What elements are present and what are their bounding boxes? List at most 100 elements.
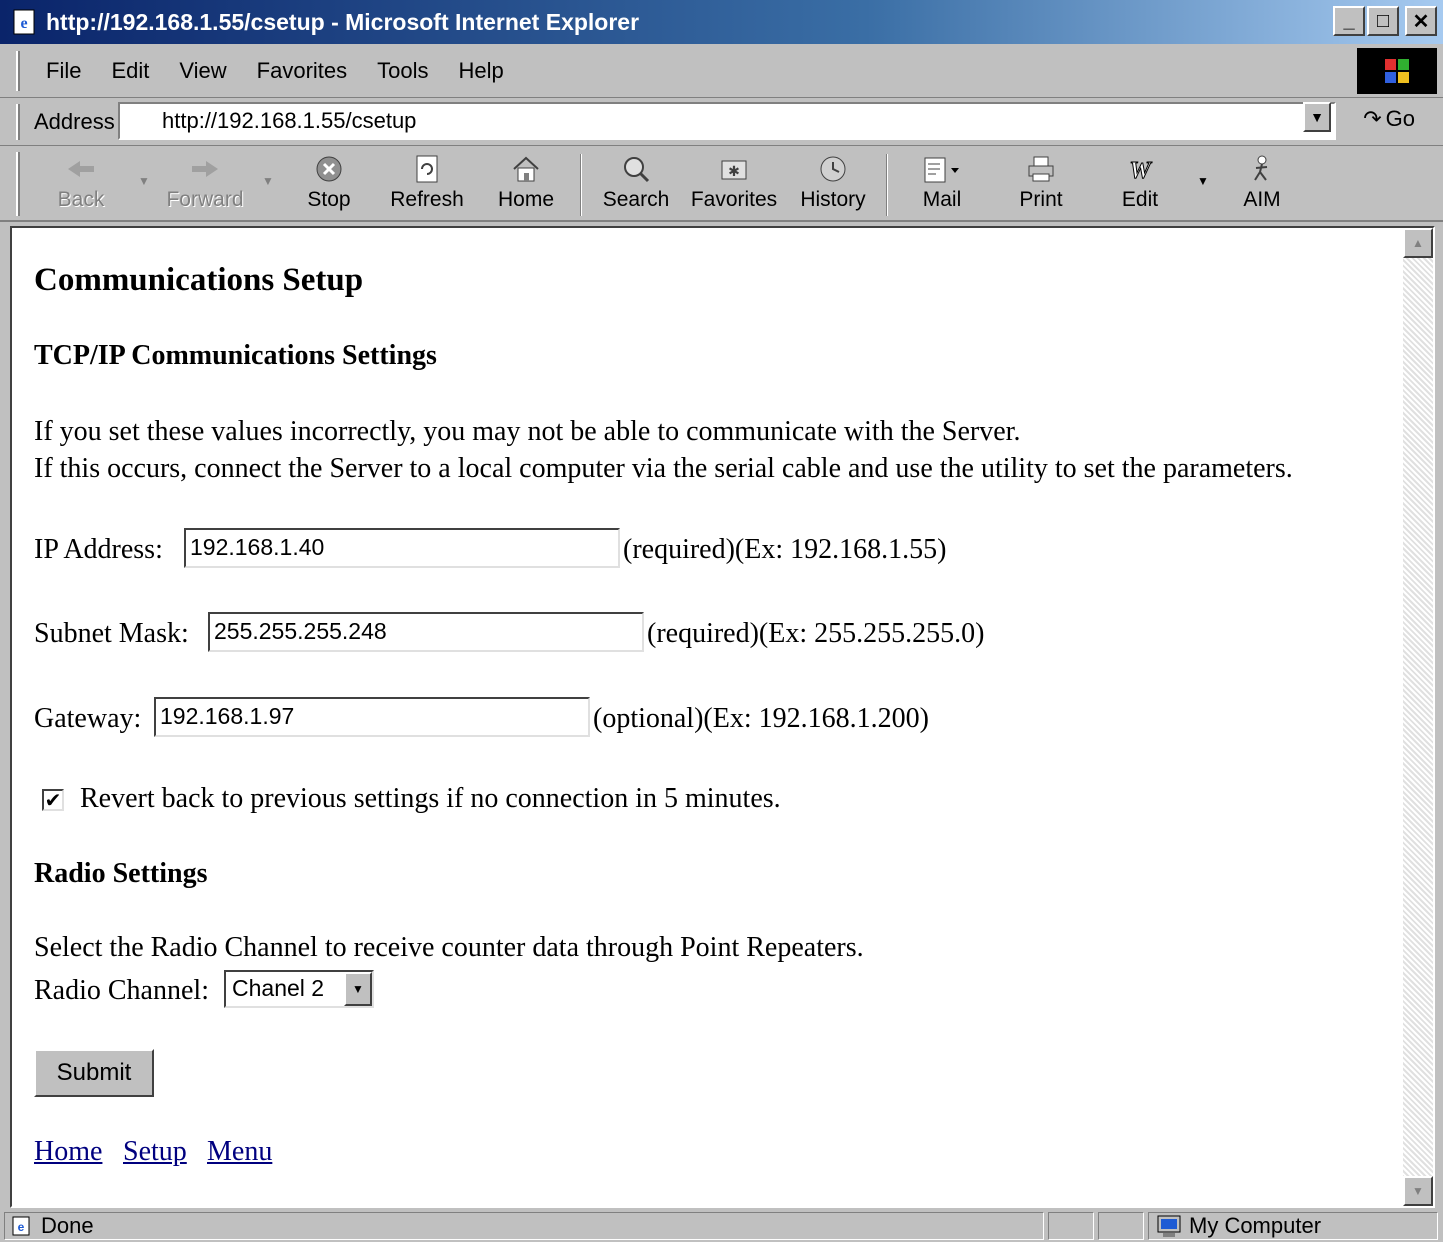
stop-label: Stop: [307, 188, 351, 211]
aim-running-man-icon: [1247, 150, 1277, 188]
address-dropdown-button[interactable]: ▼: [1303, 102, 1331, 132]
radio-settings-heading: Radio Settings: [34, 858, 208, 889]
security-zone: My Computer: [1148, 1212, 1438, 1240]
address-input[interactable]: http://192.168.1.55/csetup: [118, 102, 1336, 140]
home-link[interactable]: Home: [34, 1136, 102, 1168]
address-bar: Address http://192.168.1.55/csetup ▼ ↷ G…: [0, 98, 1443, 146]
subnet-mask-hint: (required)(Ex: 255.255.255.0): [647, 618, 985, 649]
menu-tools[interactable]: Tools: [377, 58, 428, 84]
gateway-input[interactable]: 192.168.1.97: [154, 697, 590, 737]
aim-button[interactable]: AIM: [1217, 150, 1307, 212]
history-label: History: [800, 188, 866, 211]
chevron-down-icon[interactable]: ▼: [344, 972, 372, 1006]
page-done-icon: e: [12, 1216, 30, 1236]
scroll-down-button[interactable]: ▼: [1403, 1176, 1433, 1206]
maximize-button[interactable]: □: [1367, 6, 1399, 36]
window-title: http://192.168.1.55/csetup - Microsoft I…: [46, 8, 640, 35]
go-arrow-icon: ↷: [1363, 106, 1382, 131]
favorites-label: Favorites: [690, 188, 778, 211]
warning-line-1: If you set these values incorrectly, you…: [34, 416, 1021, 447]
menubar-grip[interactable]: [16, 50, 20, 91]
vertical-scrollbar[interactable]: ▲ ▼: [1403, 228, 1433, 1206]
home-label: Home: [497, 188, 555, 211]
submit-button[interactable]: Submit: [34, 1049, 154, 1097]
history-button[interactable]: History: [788, 150, 878, 212]
history-icon: [818, 150, 848, 188]
forward-arrow-icon: [190, 150, 220, 188]
page-title: Communications Setup: [34, 262, 364, 298]
print-button[interactable]: Print: [996, 150, 1086, 212]
menu-bar: File Edit View Favorites Tools Help: [0, 44, 1443, 98]
stop-icon: [314, 150, 344, 188]
setup-link[interactable]: Setup: [123, 1136, 187, 1168]
mail-icon: [922, 150, 962, 188]
back-arrow-icon: [66, 150, 96, 188]
word-edit-icon: W: [1125, 150, 1155, 188]
refresh-label: Refresh: [390, 188, 464, 211]
menu-help[interactable]: Help: [459, 58, 504, 84]
mail-label: Mail: [922, 188, 962, 211]
radio-channel-select[interactable]: Chanel 2 ▼: [224, 970, 374, 1008]
status-cell-2: [1098, 1212, 1144, 1240]
ip-address-label: IP Address:: [34, 534, 163, 565]
forward-dropdown-icon[interactable]: ▼: [262, 174, 274, 188]
home-button[interactable]: Home: [481, 150, 571, 212]
favorites-button[interactable]: ✱ Favorites: [689, 150, 779, 212]
radio-channel-label: Radio Channel:: [34, 975, 209, 1006]
status-bar: e Done My Computer: [0, 1210, 1443, 1242]
back-label: Back: [57, 188, 105, 211]
home-icon: [511, 150, 541, 188]
ip-address-hint: (required)(Ex: 192.168.1.55): [623, 534, 947, 565]
windows-logo-icon: [1357, 48, 1437, 94]
radio-instructions: Select the Radio Channel to receive coun…: [34, 932, 864, 963]
back-button[interactable]: Back: [36, 150, 126, 212]
forward-button[interactable]: Forward: [160, 150, 250, 212]
menu-file[interactable]: File: [46, 58, 81, 84]
radio-channel-value: Chanel 2: [232, 975, 325, 1001]
edit-label: Edit: [1121, 188, 1159, 211]
gateway-hint: (optional)(Ex: 192.168.1.200): [593, 703, 929, 734]
print-label: Print: [1019, 188, 1063, 211]
stop-button[interactable]: Stop: [284, 150, 374, 212]
svg-text:✱: ✱: [728, 163, 740, 179]
gateway-label: Gateway:: [34, 703, 142, 734]
svg-text:e: e: [18, 1220, 25, 1234]
back-dropdown-icon[interactable]: ▼: [138, 174, 150, 188]
search-button[interactable]: Search: [591, 150, 681, 212]
subnet-mask-input[interactable]: 255.255.255.248: [208, 612, 644, 652]
refresh-button[interactable]: Refresh: [382, 150, 472, 212]
address-label: Address: [34, 108, 115, 134]
forward-label: Forward: [166, 188, 244, 211]
revert-label: Revert back to previous settings if no c…: [80, 783, 781, 814]
aim-label: AIM: [1243, 188, 1281, 211]
menu-view[interactable]: View: [179, 58, 226, 84]
mail-button[interactable]: Mail: [897, 150, 987, 212]
status-main: e Done: [4, 1212, 1044, 1240]
svg-text:e: e: [20, 15, 27, 32]
revert-checkbox[interactable]: ✔: [42, 789, 64, 811]
status-cell-1: [1048, 1212, 1094, 1240]
toolbar-grip[interactable]: [16, 152, 20, 216]
close-button[interactable]: ✕: [1405, 6, 1437, 36]
search-label: Search: [602, 188, 670, 211]
menu-favorites[interactable]: Favorites: [257, 58, 347, 84]
print-icon: [1026, 150, 1056, 188]
menu-edit[interactable]: Edit: [111, 58, 149, 84]
status-text: Done: [41, 1213, 94, 1238]
page-content-frame: Communications Setup TCP/IP Communicatio…: [10, 226, 1435, 1208]
go-button[interactable]: ↷ Go: [1363, 106, 1415, 132]
tcp-heading: TCP/IP Communications Settings: [34, 340, 437, 371]
edit-dropdown-icon[interactable]: ▼: [1197, 174, 1209, 188]
ip-address-input[interactable]: 192.168.1.40: [184, 528, 620, 568]
favorites-icon: ✱: [719, 150, 749, 188]
ie-page-icon: e: [8, 5, 42, 39]
edit-button[interactable]: W Edit: [1095, 150, 1185, 212]
menu-link[interactable]: Menu: [207, 1136, 272, 1168]
title-bar: e http://192.168.1.55/csetup - Microsoft…: [0, 0, 1443, 44]
warning-line-2: If this occurs, connect the Server to a …: [34, 453, 1293, 484]
scroll-up-button[interactable]: ▲: [1403, 228, 1433, 258]
go-label: Go: [1385, 106, 1415, 131]
search-icon: [621, 150, 651, 188]
addressbar-grip[interactable]: [16, 103, 20, 140]
minimize-button[interactable]: _: [1333, 6, 1365, 36]
